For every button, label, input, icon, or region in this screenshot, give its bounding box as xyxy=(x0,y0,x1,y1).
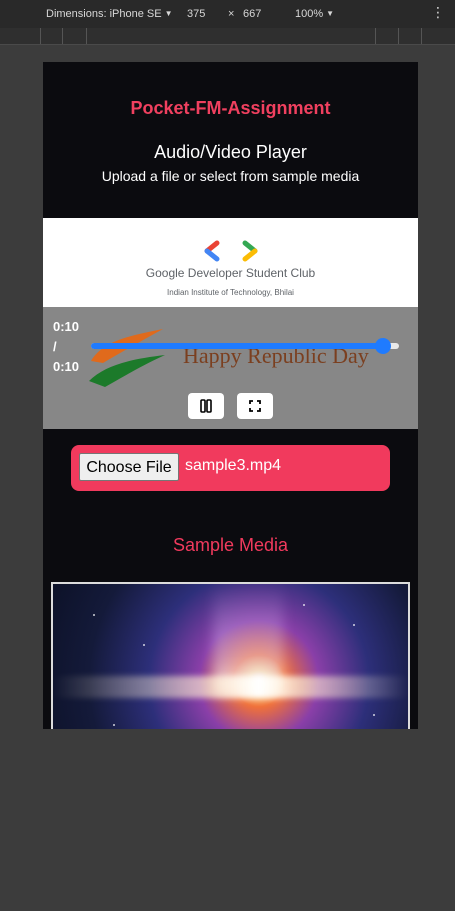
times-sign: × xyxy=(228,8,235,20)
video-player[interactable]: Google Developer Student Club Indian Ins… xyxy=(43,218,418,429)
media-query-ruler xyxy=(0,28,455,45)
choose-file-button[interactable]: Choose File xyxy=(79,453,179,481)
zoom-label: 100% xyxy=(295,8,324,20)
gdsc-name: Google Developer Student Club xyxy=(145,266,316,280)
time-display: 0:10 / 0:10 xyxy=(53,317,93,377)
fullscreen-icon xyxy=(249,400,261,412)
seek-thumb[interactable] xyxy=(375,338,391,354)
chevron-down-icon: ▼ xyxy=(326,9,335,18)
ruler-tick xyxy=(398,28,399,44)
devtools-toolbar: Dimensions: iPhone SE ▼ 375 × 667 100% ▼ ⋮ xyxy=(0,0,455,29)
ruler-tick xyxy=(86,28,87,44)
sample-media-item[interactable] xyxy=(51,582,410,729)
app-title: Pocket-FM-Assignment xyxy=(130,98,331,118)
width-field[interactable]: 375 xyxy=(187,8,205,20)
star xyxy=(113,724,115,726)
star xyxy=(303,604,305,606)
sample-media-title: Sample Media xyxy=(172,535,289,555)
star xyxy=(93,614,95,616)
ruler-tick xyxy=(40,28,41,44)
device-dimensions-select[interactable]: Dimensions: iPhone SE ▼ xyxy=(46,8,172,20)
device-viewport: Pocket-FM-Assignment Audio/Video Player … xyxy=(43,62,418,729)
ruler-tick xyxy=(421,28,422,44)
fullscreen-button[interactable] xyxy=(237,393,273,419)
tricolor-flag-icon xyxy=(89,329,165,387)
file-upload-bar: Choose File sample3.mp4 xyxy=(71,445,390,491)
player-heading: Audio/Video Player xyxy=(154,142,307,162)
selected-file-name: sample3.mp4 xyxy=(185,457,282,474)
star xyxy=(143,644,145,646)
zoom-select[interactable]: 100% ▼ xyxy=(295,8,334,20)
device-dimensions-label: Dimensions: iPhone SE xyxy=(46,8,162,20)
gdsc-logo-icon xyxy=(204,240,258,262)
kebab-menu-icon[interactable]: ⋮ xyxy=(431,5,445,19)
star xyxy=(373,714,375,716)
pause-icon xyxy=(200,399,212,413)
galaxy-flare xyxy=(53,676,408,698)
ruler-tick xyxy=(375,28,376,44)
player-subheading: Upload a file or select from sample medi… xyxy=(101,168,360,184)
pause-button[interactable] xyxy=(188,393,224,419)
duration: 0:10 xyxy=(53,359,80,374)
video-controls-overlay: Happy Republic Day 0:10 / 0:10 xyxy=(43,307,418,429)
seek-progress xyxy=(91,343,383,349)
height-field[interactable]: 667 xyxy=(243,8,261,20)
time-separator: / xyxy=(53,339,57,354)
chevron-down-icon: ▼ xyxy=(164,9,173,18)
seek-bar[interactable] xyxy=(91,338,399,354)
gdsc-subtitle: Indian Institute of Technology, Bhilai xyxy=(167,288,294,297)
current-time: 0:10 xyxy=(53,319,80,334)
star xyxy=(353,624,355,626)
ruler-tick xyxy=(62,28,63,44)
